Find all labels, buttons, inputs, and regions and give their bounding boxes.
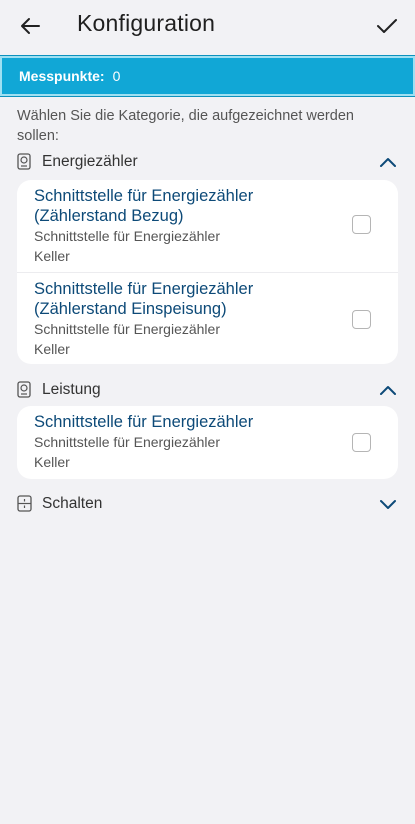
chevron-up-icon[interactable] xyxy=(377,379,399,401)
meter-icon xyxy=(17,381,33,399)
item-location: Keller xyxy=(34,341,70,357)
item-name: Schnittstelle für Energiezähler (Zählers… xyxy=(34,187,254,225)
page-title: Konfiguration xyxy=(77,10,216,36)
item-location: Keller xyxy=(34,248,70,264)
item-checkbox[interactable] xyxy=(352,215,371,234)
item-name: Schnittstelle für Energiezähler xyxy=(34,413,254,431)
app-header: Konfiguration xyxy=(0,0,415,54)
back-button[interactable] xyxy=(16,12,44,40)
category-label: Schalten xyxy=(42,495,103,512)
chevron-up-icon[interactable] xyxy=(377,151,399,173)
item-location: Keller xyxy=(34,454,70,470)
category-header-schalten[interactable]: Schalten xyxy=(17,492,399,516)
category-card-leistung: Schnittstelle für Energiezähler Schnitts… xyxy=(17,406,398,479)
list-item[interactable]: Schnittstelle für Energiezähler (Zählers… xyxy=(17,272,398,364)
meter-icon xyxy=(17,153,33,171)
instruction-text: Wählen Sie die Kategorie, die aufgezeich… xyxy=(17,108,354,144)
category-header-energiezaehler[interactable]: Energiezähler xyxy=(17,150,399,174)
list-item[interactable]: Schnittstelle für Energiezähler Schnitts… xyxy=(17,406,398,479)
measurement-points-count: 0 xyxy=(112,68,121,84)
checkmark-icon xyxy=(377,19,397,33)
category-header-leistung[interactable]: Leistung xyxy=(17,378,399,402)
confirm-button[interactable] xyxy=(373,12,401,40)
item-name: Schnittstelle für Energiezähler (Zählers… xyxy=(34,280,254,318)
item-checkbox[interactable] xyxy=(352,433,371,452)
switch-icon xyxy=(17,495,33,513)
chevron-down-icon[interactable] xyxy=(377,493,399,515)
category-label: Leistung xyxy=(42,381,101,398)
category-card-energiezaehler: Schnittstelle für Energiezähler (Zählers… xyxy=(17,180,398,364)
item-checkbox[interactable] xyxy=(352,310,371,329)
arrow-left-icon xyxy=(21,18,40,34)
item-subtitle: Schnittstelle für Energiezähler xyxy=(34,228,220,244)
item-subtitle: Schnittstelle für Energiezähler xyxy=(34,321,220,337)
list-item[interactable]: Schnittstelle für Energiezähler (Zählers… xyxy=(17,180,398,272)
category-label: Energiezähler xyxy=(42,153,138,170)
measurement-points-banner: Messpunkte: 0 xyxy=(0,55,415,97)
item-subtitle: Schnittstelle für Energiezähler xyxy=(34,434,220,450)
measurement-points-label: Messpunkte: xyxy=(19,68,105,84)
